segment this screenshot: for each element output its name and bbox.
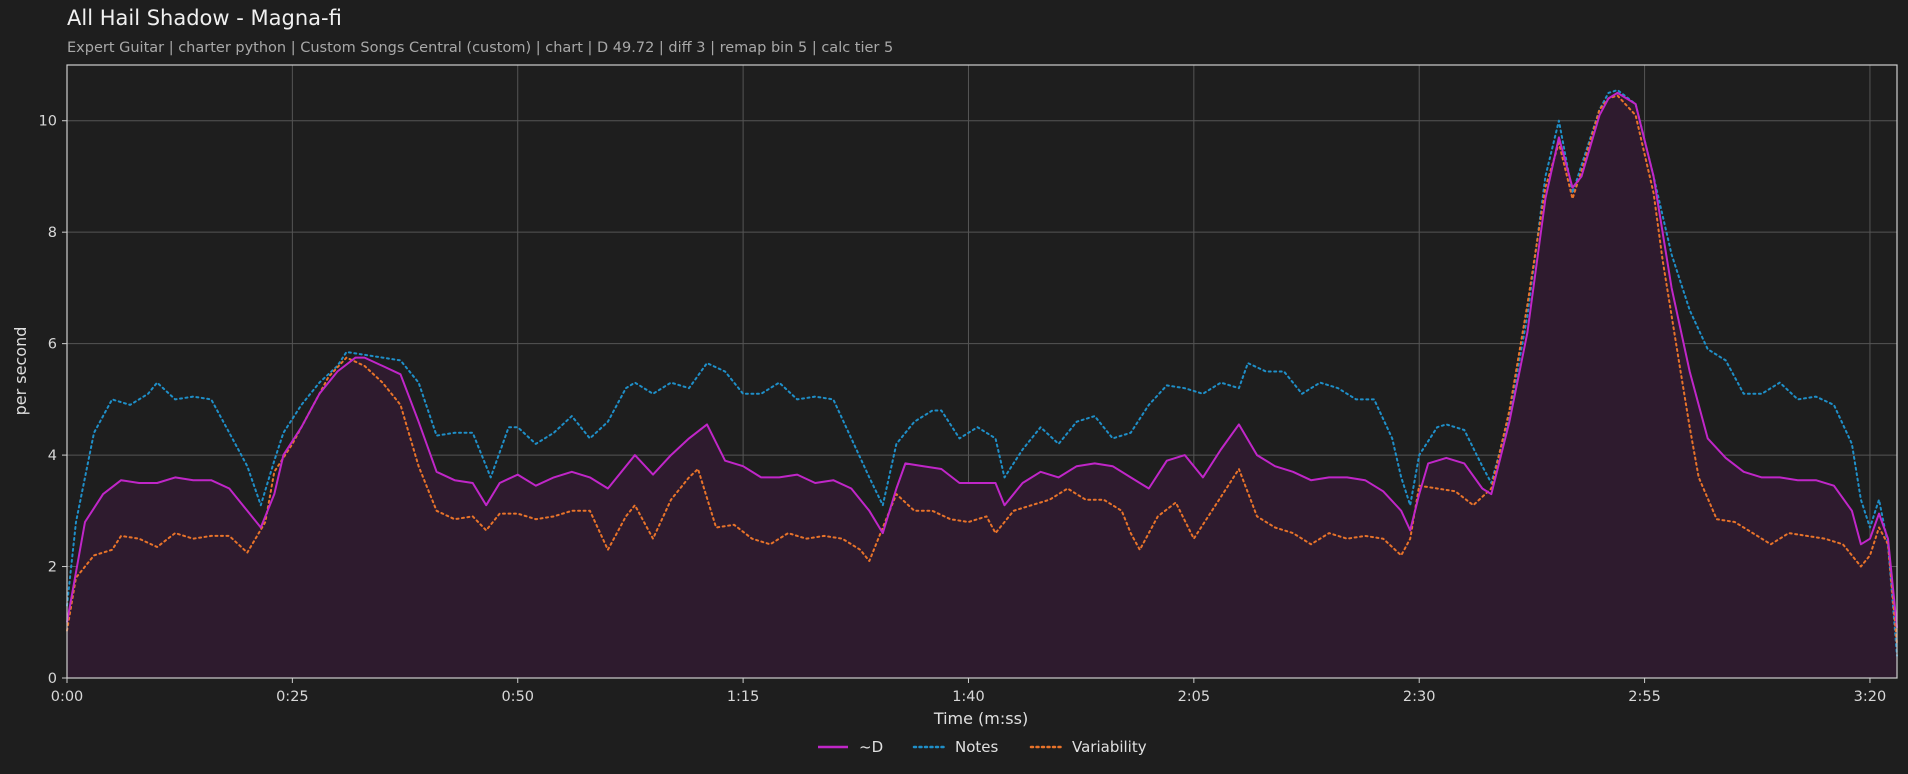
legend: ~D Notes Variability: [818, 738, 1147, 756]
legend-item-variability: Variability: [1029, 738, 1147, 756]
legend-label: Notes: [955, 738, 999, 756]
x-tick-label: 2:55: [1628, 689, 1661, 705]
x-tick-label: 2:05: [1178, 689, 1211, 705]
y-tick-label: 10: [39, 114, 57, 130]
y-axis-label: per second: [11, 327, 30, 416]
d-area-fill: [67, 92, 1897, 678]
x-axis-label: Time (m:ss): [933, 709, 1028, 728]
y-axis-ticks: 0 2 4 6 8 10: [39, 114, 67, 687]
x-tick-label: 2:30: [1403, 689, 1436, 705]
legend-item-d: ~D: [818, 738, 883, 756]
y-tick-label: 2: [48, 560, 57, 576]
y-tick-label: 8: [48, 225, 57, 241]
x-tick-label: 1:15: [727, 689, 760, 705]
y-tick-label: 4: [48, 448, 57, 464]
legend-label: ~D: [859, 738, 883, 756]
x-tick-label: 1:40: [952, 689, 985, 705]
x-tick-label: 3:20: [1854, 689, 1887, 705]
x-tick-label: 0:00: [51, 689, 84, 705]
y-tick-label: 6: [48, 337, 57, 353]
x-axis-ticks: 0:00 0:25 0:50 1:15 1:40 2:05 2:30 2:55 3:20: [51, 678, 1887, 705]
x-tick-label: 0:25: [276, 689, 309, 705]
series-area-d: [67, 92, 1897, 678]
legend-label: Variability: [1072, 738, 1147, 756]
x-tick-label: 0:50: [501, 689, 534, 705]
legend-item-notes: Notes: [912, 738, 999, 756]
y-tick-label: 0: [48, 671, 57, 687]
chart-canvas: 0:00 0:25 0:50 1:15 1:40 2:05 2:30 2:55 3:20 0 2 4…: [11, 64, 1898, 756]
